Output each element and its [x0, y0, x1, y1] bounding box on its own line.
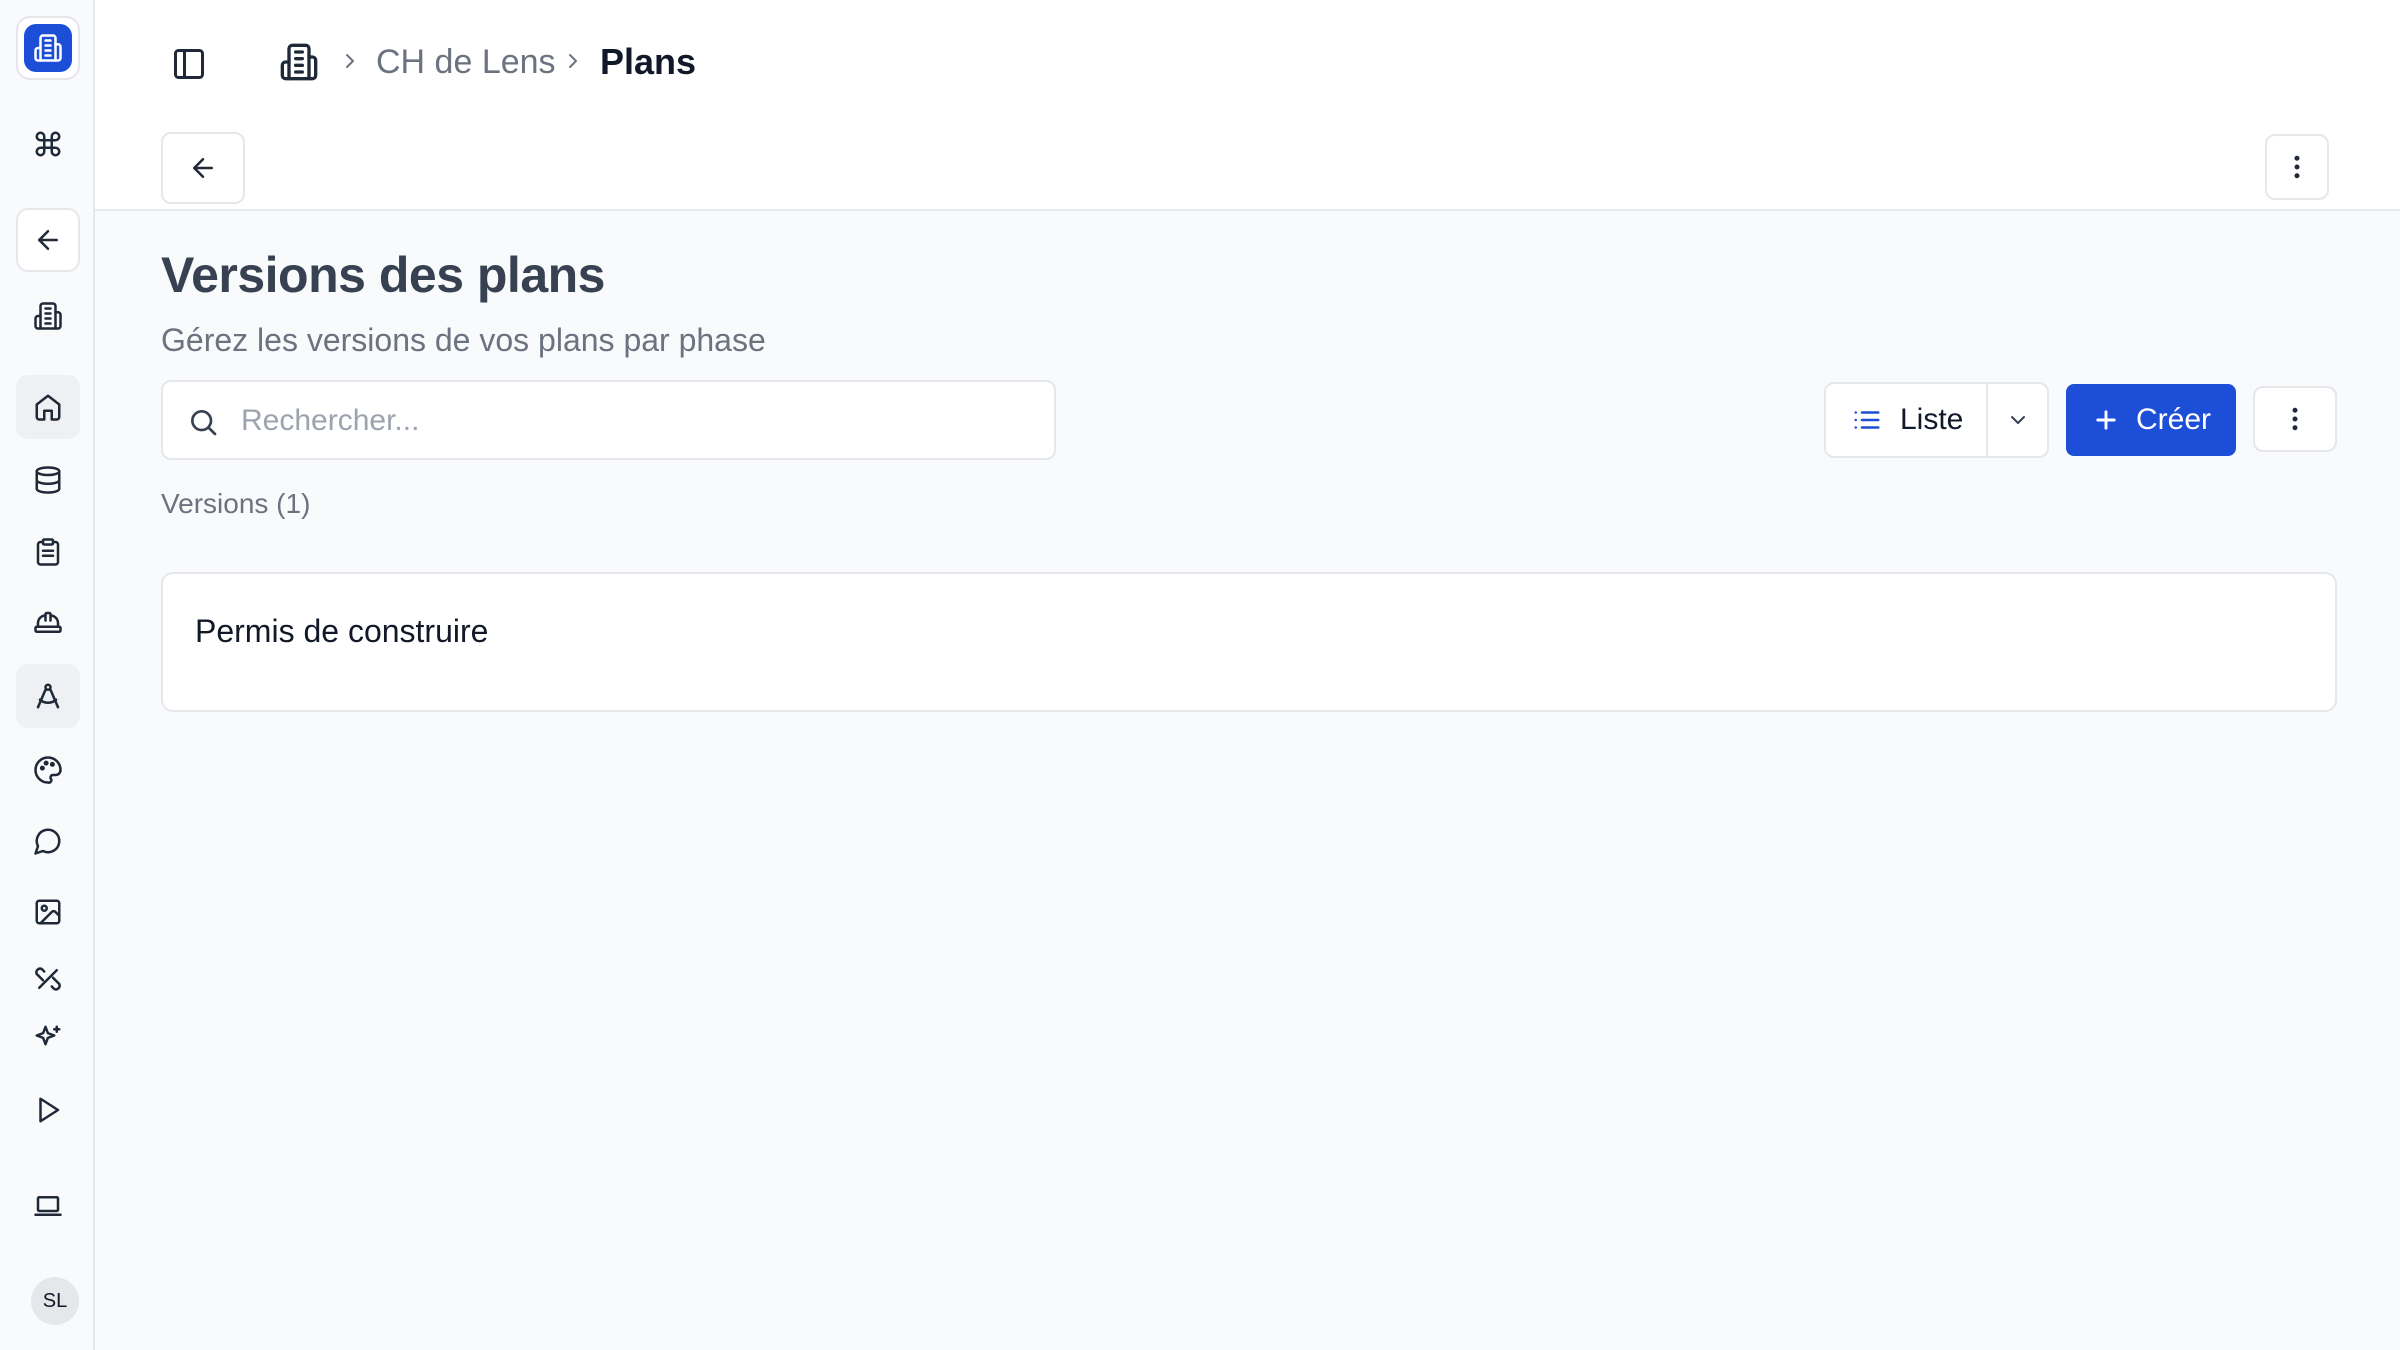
tools-icon[interactable]	[16, 947, 80, 1011]
version-title: Permis de construire	[195, 613, 489, 649]
image-icon[interactable]	[16, 880, 80, 944]
sidebar-back-button[interactable]	[16, 208, 80, 272]
create-button[interactable]: Créer	[2066, 384, 2236, 456]
search-icon	[187, 406, 219, 438]
clipboard-icon[interactable]	[16, 520, 80, 584]
arrow-left-icon	[193, 158, 213, 178]
view-dropdown-button[interactable]	[1988, 384, 2047, 456]
view-label: Liste	[1900, 403, 1964, 436]
sidebar-toggle-icon[interactable]	[167, 42, 211, 86]
plus-icon	[2096, 410, 2116, 430]
breadcrumb-building-icon[interactable]	[277, 40, 321, 84]
top-header: CH de Lens Plans	[95, 0, 2400, 211]
chevron-right-icon	[561, 49, 585, 73]
toolbar-more-button[interactable]	[2253, 386, 2337, 452]
hard-hat-icon[interactable]	[16, 591, 80, 655]
versions-count: Versions (1)	[161, 488, 311, 519]
breadcrumb-parent-link[interactable]: CH de Lens	[376, 42, 556, 82]
create-label: Créer	[2136, 403, 2212, 436]
palette-icon[interactable]	[16, 738, 80, 802]
laptop-icon[interactable]	[16, 1174, 80, 1238]
avatar[interactable]: SL	[31, 1277, 79, 1325]
page-subtitle: Gérez les versions de vos plans par phas…	[161, 322, 766, 358]
message-circle-icon[interactable]	[16, 809, 80, 873]
header-more-button[interactable]	[2265, 134, 2329, 200]
play-icon[interactable]	[16, 1078, 80, 1142]
command-icon[interactable]	[16, 112, 80, 176]
search-box	[161, 380, 1056, 460]
sparkles-icon[interactable]	[16, 1006, 80, 1070]
back-button[interactable]	[161, 132, 245, 204]
more-vertical-icon	[2292, 407, 2298, 431]
search-input[interactable]	[241, 396, 1021, 446]
arrow-left-icon	[38, 230, 58, 250]
chevron-right-icon	[338, 49, 362, 73]
version-card[interactable]: Permis de construire	[161, 572, 2337, 712]
building-icon[interactable]	[16, 284, 80, 348]
app-logo[interactable]	[16, 16, 80, 80]
building-logo-icon	[24, 24, 72, 72]
list-icon	[1854, 411, 1880, 429]
chevron-down-icon	[2010, 416, 2025, 424]
compass-drafting-icon[interactable]	[16, 664, 80, 728]
view-switcher: Liste	[1824, 382, 2049, 458]
page-title: Versions des plans	[161, 247, 605, 303]
breadcrumb-current: Plans	[600, 41, 697, 82]
more-vertical-icon	[2294, 155, 2300, 179]
sidebar: SL	[0, 0, 95, 1350]
home-icon[interactable]	[16, 375, 80, 439]
view-list-button[interactable]: Liste	[1826, 384, 1988, 456]
database-icon[interactable]	[16, 448, 80, 512]
